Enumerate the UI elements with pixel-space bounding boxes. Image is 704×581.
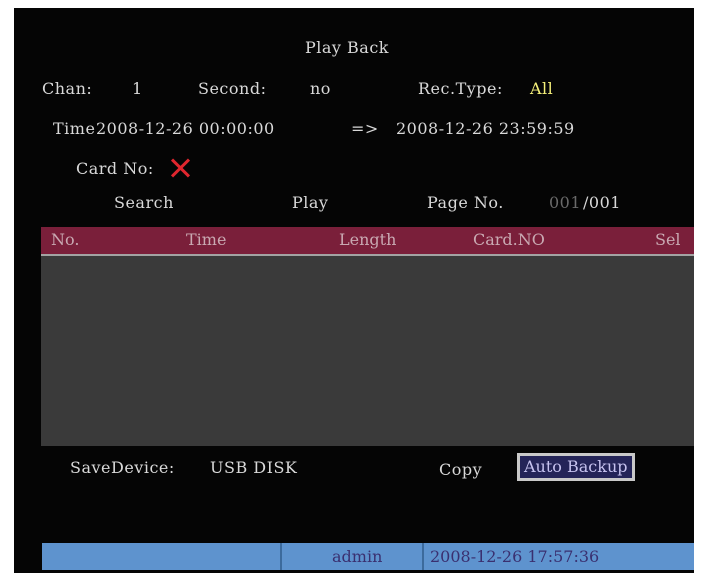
playback-screen: Play Back Chan: 1 Second: no Rec.Type: A… [14,8,694,573]
column-header-time: Time [186,230,227,249]
save-device-label: SaveDevice: [70,458,175,477]
page-current-field[interactable]: 001 [549,193,581,213]
status-segment-datetime: 2008-12-26 17:57:36 [424,543,694,570]
column-header-length: Length [339,230,397,249]
page-title: Play Back [305,38,389,57]
search-button[interactable]: Search [114,193,174,213]
status-datetime: 2008-12-26 17:57:36 [430,547,600,566]
time-label: Time [53,119,96,138]
status-bar: admin 2008-12-26 17:57:36 [42,543,694,570]
card-no-label: Card No: [76,159,154,178]
status-segment-empty [42,543,282,570]
chan-label: Chan: [42,79,93,98]
auto-backup-button[interactable]: Auto Backup [517,453,635,481]
play-button[interactable]: Play [292,193,328,213]
time-end-field[interactable]: 2008-12-26 23:59:59 [396,119,575,139]
status-segment-user: admin [282,543,424,570]
column-header-card-no: Card.NO [473,230,545,249]
time-arrow: => [351,119,379,138]
page-no-label: Page No. [427,193,504,212]
second-value[interactable]: no [310,79,331,99]
copy-button[interactable]: Copy [439,460,482,480]
save-device-value[interactable]: USB DISK [210,458,297,478]
page-total: /001 [583,193,621,212]
status-user: admin [332,547,383,566]
chan-value[interactable]: 1 [132,79,143,99]
red-x-icon[interactable] [169,157,191,179]
column-header-sel: Sel [655,230,681,249]
table-header: No. Time Length Card.NO Sel [41,227,694,256]
time-start-field[interactable]: 2008-12-26 00:00:00 [96,119,275,139]
rectype-value[interactable]: All [530,79,553,99]
second-label: Second: [198,79,267,98]
rectype-label: Rec.Type: [418,79,503,98]
record-list[interactable] [41,256,694,446]
column-header-no: No. [51,230,80,249]
